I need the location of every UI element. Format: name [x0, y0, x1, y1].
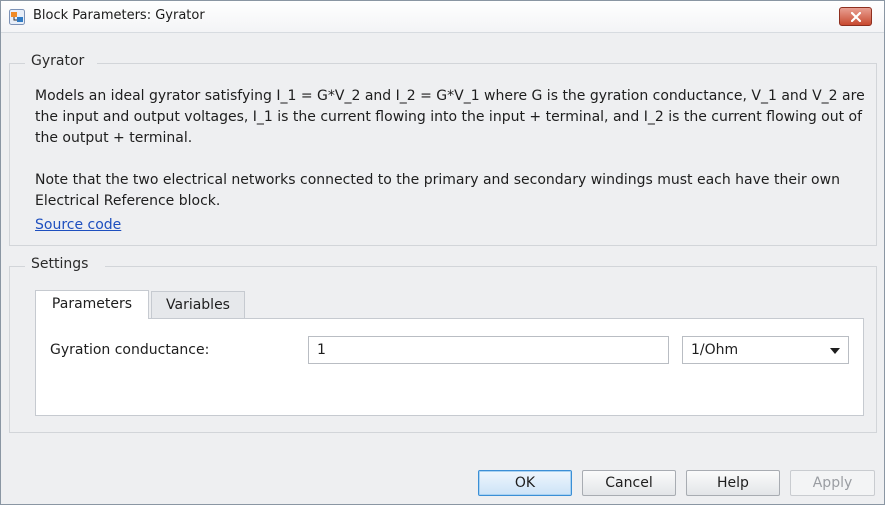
chevron-down-icon — [830, 348, 840, 354]
apply-button[interactable]: Apply — [790, 470, 875, 496]
gyration-conductance-input[interactable]: 1 — [308, 336, 669, 364]
tab-panel-parameters — [35, 318, 864, 416]
window-title: Block Parameters: Gyrator — [33, 8, 205, 23]
title-bar[interactable]: Block Parameters: Gyrator — [1, 1, 884, 33]
close-icon — [851, 12, 861, 22]
tab-parameters[interactable]: Parameters — [35, 290, 149, 319]
dialog-window: Block Parameters: Gyrator Gyrator Models… — [0, 0, 885, 505]
block-description: Models an ideal gyrator satisfying I_1 =… — [35, 88, 865, 146]
source-code-link[interactable]: Source code — [35, 217, 121, 233]
tab-variables[interactable]: Variables — [151, 291, 245, 318]
unit-dropdown-value: 1/Ohm — [691, 342, 739, 358]
ok-button[interactable]: OK — [478, 470, 572, 496]
help-button[interactable]: Help — [686, 470, 780, 496]
unit-dropdown[interactable]: 1/Ohm — [682, 336, 849, 364]
close-button[interactable] — [839, 7, 872, 26]
gyration-conductance-label: Gyration conductance: — [50, 342, 210, 358]
block-note: Note that the two electrical networks co… — [35, 172, 840, 209]
simulink-block-icon — [9, 9, 25, 25]
cancel-button[interactable]: Cancel — [582, 470, 676, 496]
